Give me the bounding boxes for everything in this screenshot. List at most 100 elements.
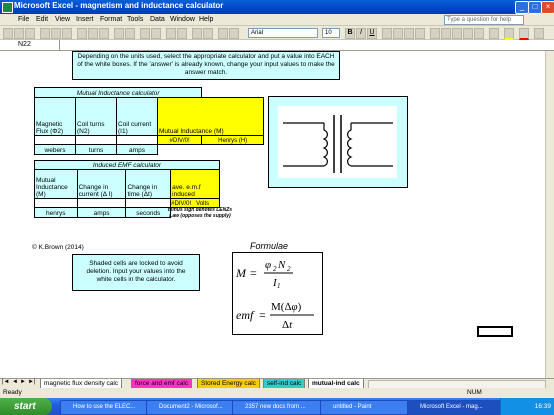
menu-insert[interactable]: Insert [76,16,94,23]
unit-amps: amps [116,144,158,155]
menu-file[interactable]: File [18,16,29,23]
help-icon[interactable] [229,28,239,39]
task-document2[interactable]: Document2 - Microsof... [146,400,242,415]
window-title: Microsoft Excel - magnetism and inductan… [14,1,224,10]
close-button[interactable]: × [541,1,554,14]
vertical-scrollbar[interactable] [545,51,554,378]
print-icon[interactable] [40,28,50,39]
autosum-icon[interactable] [151,28,161,39]
task-how-to-use[interactable]: How to use the ELEC... [60,400,150,415]
chart-wizard-icon[interactable] [192,28,202,39]
help-search-input[interactable]: Type a question for help [444,15,524,25]
align-right-icon[interactable] [404,28,414,39]
start-button[interactable]: start [0,398,52,415]
decrease-decimal-icon[interactable] [474,28,484,39]
input-change-current[interactable] [76,198,127,208]
font-color-icon[interactable] [519,28,529,40]
status-num: NUM [467,389,482,396]
zoom-icon[interactable] [218,28,228,39]
title-bar: Microsoft Excel - magnetism and inductan… [0,0,554,14]
bold-button[interactable]: B [345,28,355,39]
instructions-box: Depending on the units used, select the … [72,51,340,80]
sort-ascending-icon[interactable] [166,28,176,39]
fill-color-icon[interactable] [504,28,514,40]
increase-decimal-icon[interactable] [463,28,473,39]
unit-turns: turns [75,144,117,155]
status-ready: Ready [3,389,22,396]
input-inductance[interactable] [34,198,78,208]
task-excel[interactable]: Microsoft Excel - mag... [407,400,509,415]
redo-icon[interactable] [125,28,135,39]
borders-icon[interactable] [489,28,499,39]
emf-table-title: Induced EMF calculator [34,160,220,170]
formulae-title: Formulae [250,241,289,251]
sheet-tab-bar: |◄ ◄ ► ►| magnetic flux density calc for… [0,378,554,389]
spelling-icon[interactable] [62,28,72,39]
tab-scroll-first-icon[interactable]: |◄ [2,379,10,385]
underline-button[interactable]: U [367,28,377,39]
locked-cells-note: Shaded cells are locked to avoid deletio… [72,254,200,291]
system-tray-clock: 16:39 [500,398,554,415]
copy-icon[interactable] [88,28,98,39]
drawing-icon[interactable] [203,28,213,39]
cut-icon[interactable] [77,28,87,39]
name-box[interactable]: N22 [0,40,60,51]
unit-henrys: henrys [34,207,78,218]
tab-scroll-next-icon[interactable]: ► [20,379,26,385]
unit-webers: webers [34,144,76,155]
mutual-table-title: Mutual Inductance calculator [33,87,203,98]
sort-descending-icon[interactable] [177,28,187,39]
align-left-icon[interactable] [382,28,392,39]
menu-help[interactable]: Help [199,16,213,23]
menu-data[interactable]: Data [150,16,165,23]
input-change-time[interactable] [125,198,172,208]
currency-icon[interactable] [430,28,440,39]
merge-center-icon[interactable] [415,28,425,39]
transformer-diagram [268,96,408,188]
formula-bar[interactable] [0,40,554,51]
header-inductance: Mutual Inductance (M) [34,169,78,199]
save-icon[interactable] [25,28,35,39]
menu-tools[interactable]: Tools [127,16,143,23]
minimize-button[interactable]: _ [515,1,529,14]
undo-icon[interactable] [114,28,124,39]
comma-icon[interactable] [452,28,462,39]
font-size-select[interactable]: 10 [322,28,340,38]
active-cell[interactable] [477,326,513,337]
percent-icon[interactable] [441,28,451,39]
hyperlink-icon[interactable] [140,28,150,39]
menu-edit[interactable]: Edit [36,16,48,23]
italic-button[interactable]: I [356,28,366,39]
input-turns[interactable] [75,135,117,145]
tab-scroll-last-icon[interactable]: ►| [28,379,36,385]
task-paint[interactable]: untitled - Paint [320,400,414,415]
tab-scroll-prev-icon[interactable]: ◄ [12,379,18,385]
maximize-button[interactable]: □ [528,1,542,14]
lenz-law-note: minus sign denotes LENZs Law (opposes th… [167,207,233,219]
header-turns: Coil turns (N2) [75,97,117,136]
menu-view[interactable]: View [55,16,70,23]
toolbar-options-icon[interactable] [534,28,544,39]
font-name-select[interactable]: Arial [248,28,318,38]
header-flux: Magnetic Flux (Φ2) [34,97,76,136]
transformer-symbol-icon [278,106,397,178]
mutual-result: #DIV/0! [156,135,203,145]
svg-text:=: = [250,266,257,280]
svg-text:1: 1 [277,282,281,290]
print-preview-icon[interactable] [51,28,61,39]
paste-icon[interactable] [99,28,109,39]
open-icon[interactable] [14,28,24,39]
menu-format[interactable]: Format [100,16,122,23]
svg-text:φ: φ [265,259,271,271]
input-current[interactable] [116,135,158,145]
copyright-text: © K.Brown (2014) [32,244,84,251]
menu-window[interactable]: Window [170,16,195,23]
new-icon[interactable] [3,28,13,39]
svg-text:2: 2 [287,265,291,273]
align-center-icon[interactable] [393,28,403,39]
task-new-docs[interactable]: 2357 new docs from ... [232,400,328,415]
input-flux[interactable] [34,135,76,145]
header-mutual-inductance: Mutual Inductance (M) [157,97,264,136]
svg-text:2: 2 [273,265,277,273]
excel-app-icon [2,2,13,13]
